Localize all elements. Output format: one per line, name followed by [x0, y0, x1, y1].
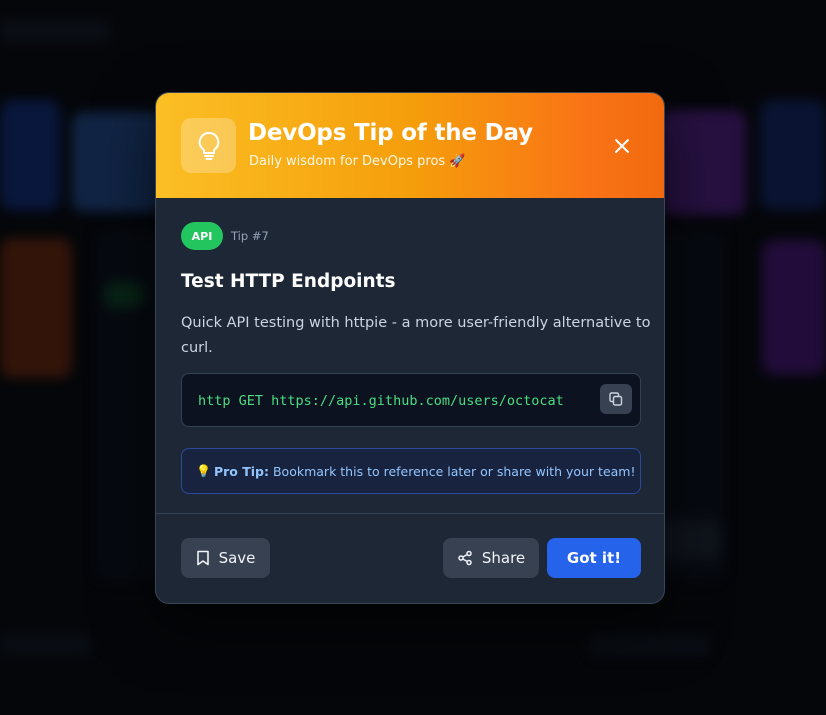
save-button[interactable]: Save	[181, 538, 270, 578]
pro-tip-label: Pro Tip:	[213, 463, 269, 479]
copy-button[interactable]	[600, 384, 632, 414]
tip-description: Quick API testing with httpie - a more u…	[181, 315, 651, 356]
copy-icon	[609, 392, 623, 406]
footer-divider	[156, 513, 664, 514]
tip-modal: DevOps Tip of the Day Daily wisdom for D…	[155, 92, 665, 604]
tip-title: Test HTTP Endpoints	[181, 271, 396, 292]
close-button[interactable]	[612, 136, 632, 156]
close-icon	[615, 139, 629, 153]
share-label: Share	[481, 549, 526, 567]
pro-tip-text: Bookmark this to reference later or shar…	[272, 463, 636, 479]
modal-title: DevOps Tip of the Day	[248, 120, 533, 146]
pro-tip-box: 💡 Pro Tip: Bookmark this to reference la…	[181, 448, 641, 494]
modal-header: DevOps Tip of the Day Daily wisdom for D…	[156, 93, 664, 198]
tip-meta: API Tip #7	[181, 222, 269, 250]
tip-number: Tip #7	[231, 229, 269, 243]
got-it-label: Got it!	[566, 549, 622, 567]
lightbulb-emoji-icon: 💡	[196, 464, 211, 478]
code-block: http GET https://api.github.com/users/oc…	[181, 373, 641, 427]
lightbulb-icon-container	[181, 118, 236, 173]
code-snippet[interactable]: http GET https://api.github.com/users/oc…	[198, 393, 564, 409]
share-icon	[458, 550, 472, 566]
lightbulb-icon	[198, 131, 219, 160]
share-button[interactable]: Share	[443, 538, 539, 578]
bookmark-icon	[196, 550, 209, 566]
got-it-button[interactable]: Got it!	[547, 538, 641, 578]
modal-subtitle: Daily wisdom for DevOps pros 🚀	[249, 154, 466, 169]
category-badge: API	[181, 222, 223, 250]
save-label: Save	[218, 549, 256, 567]
